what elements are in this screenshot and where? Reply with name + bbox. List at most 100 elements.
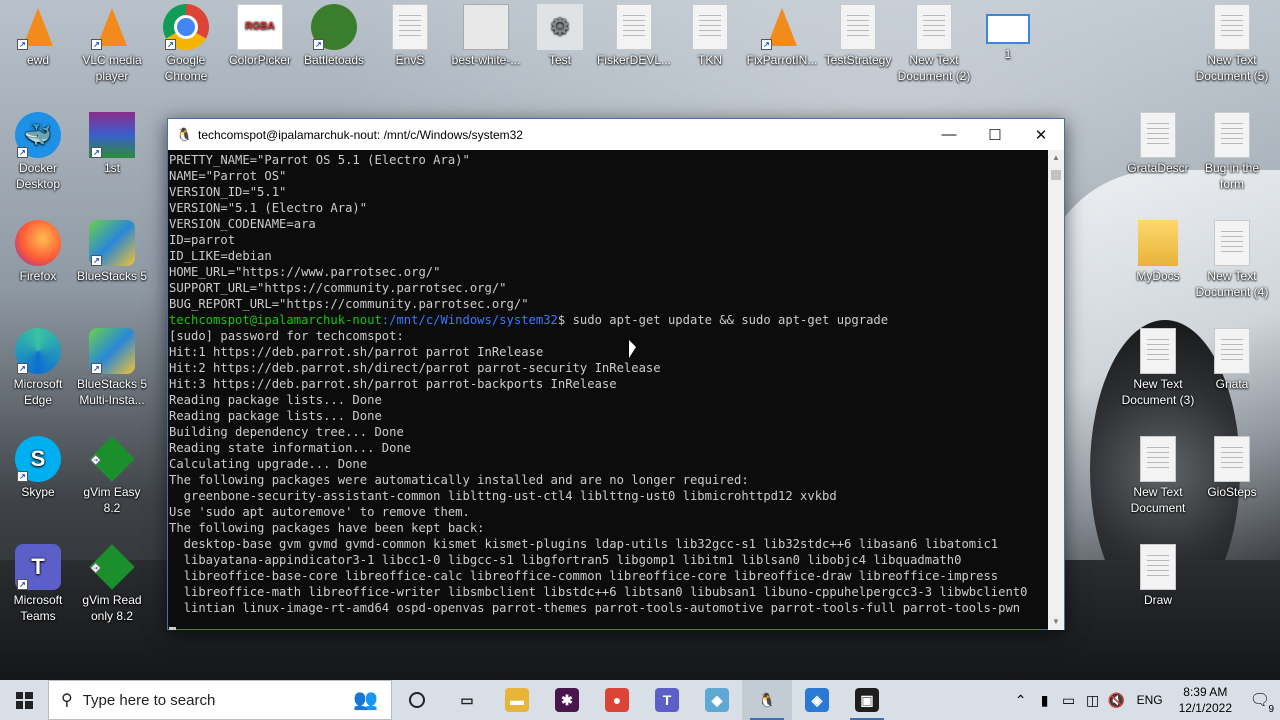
docker-icon: 🐳 ↗	[15, 112, 61, 158]
taskbar-notepad-app[interactable]: ◆	[692, 680, 742, 720]
desktop-icon-label: FixParrotIN...	[746, 53, 818, 67]
taskbar-teams[interactable]: T	[642, 680, 692, 720]
battery-icon[interactable]: ▭	[1057, 692, 1081, 709]
desktop-icon[interactable]: ↗ 1st	[74, 112, 150, 176]
teams-icon: T ↗	[15, 544, 61, 590]
desktop-icon[interactable]: ↗ gVim Easy 8.2	[74, 436, 150, 516]
desktop-icon[interactable]: ↗ gVim Read only 8.2	[74, 544, 150, 624]
terminal-line: libreoffice-base-core libreoffice-calc l…	[169, 568, 1049, 584]
scroll-thumb[interactable]	[1051, 170, 1061, 180]
taskbar-azure-app[interactable]: ◈	[792, 680, 842, 720]
taskbar-chrome[interactable]: ●	[592, 680, 642, 720]
terminal-text: The following packages were automaticall…	[169, 473, 749, 487]
rar-icon: ↗	[89, 112, 135, 158]
shortcut-arrow-icon: ↗	[91, 255, 102, 266]
blue-icon: ↗	[89, 220, 135, 266]
terminal-line: libreoffice-math libreoffice-writer libs…	[169, 584, 1049, 600]
desktop-icon-label: New Text Document (2)	[897, 53, 971, 83]
desktop-icon[interactable]: ↗ BlueStacks 5 Multi-Insta...	[74, 328, 150, 408]
desktop-icon[interactable]: ⚙ Test	[522, 4, 598, 68]
doc-icon	[1140, 436, 1176, 482]
desktop-icon[interactable]: ↗ BlueStacks 5	[74, 220, 150, 284]
terminal-text: BUG_REPORT_URL="https://community.parrot…	[169, 297, 529, 311]
terminal-line: Hit:1 https://deb.parrot.sh/parrot parro…	[169, 344, 1049, 360]
desktop-icon[interactable]: GrataDescr	[1120, 112, 1196, 176]
desktop-icon[interactable]: T ↗ Microsoft Teams	[0, 544, 76, 624]
terminal-titlebar[interactable]: 🐧 techcomspot@ipalamarchuk-nout: /mnt/c/…	[168, 119, 1064, 150]
desktop-icon-label: Microsoft Teams	[13, 593, 63, 623]
clock-date: 12/1/2022	[1178, 701, 1232, 715]
terminal-scrollbar[interactable]: ▲ ▼	[1048, 150, 1064, 630]
maximize-button[interactable]: ☐	[972, 119, 1018, 150]
desktop-icon-label: Google Chrome	[164, 53, 208, 83]
scroll-down-icon[interactable]: ▼	[1048, 614, 1064, 630]
vim-icon: ↗	[89, 544, 135, 590]
close-button[interactable]: ✕	[1018, 119, 1064, 150]
desktop-icon[interactable]: New Text Document (5)	[1194, 4, 1270, 84]
terminal-line: techcomspot@ipalamarchuk-nout:/mnt/c/Win…	[169, 312, 1049, 328]
clock[interactable]: 8:39 AM 12/1/2022	[1171, 684, 1240, 716]
scroll-up-icon[interactable]: ▲	[1048, 150, 1064, 166]
desktop-icon[interactable]: S ↗ Skype	[0, 436, 76, 500]
terminal-line: desktop-base gvm gvmd gvmd-common kismet…	[169, 536, 1049, 552]
desktop-icon[interactable]: ↗ ewd	[0, 4, 76, 68]
desktop-icon[interactable]: MyDocs	[1120, 220, 1196, 284]
doc-icon	[392, 4, 428, 50]
microphone-icon[interactable]: ▮	[1033, 692, 1057, 709]
desktop-icon[interactable]: ↗ Microsoft Edge	[0, 328, 76, 408]
desktop-icon-label: New Text Document (4)	[1195, 269, 1269, 299]
minimize-button[interactable]: —	[926, 119, 972, 150]
desktop-icon[interactable]: RGBA ColorPicker	[222, 4, 298, 68]
terminal-line: Building dependency tree... Done	[169, 424, 1049, 440]
desktop-icon[interactable]: Gnata	[1194, 328, 1270, 392]
desktop-icon[interactable]: ↗ FixParrotIN...	[744, 4, 820, 68]
desktop-icon[interactable]: New Text Document (2)	[896, 4, 972, 84]
terminal-text: Hit:3 https://deb.parrot.sh/parrot parro…	[169, 377, 617, 391]
taskbar-linux-terminal[interactable]: 🐧	[742, 680, 792, 720]
shortcut-arrow-icon: ↗	[17, 471, 28, 482]
chevron-up-icon[interactable]: ⌃	[1009, 692, 1033, 709]
desktop-icon[interactable]: GioSteps	[1194, 436, 1270, 500]
desktop-icon[interactable]: New Text Document (3)	[1120, 328, 1196, 408]
notification-center-button[interactable]: 🗨 9	[1240, 690, 1280, 715]
terminal-line: VERSION_CODENAME=ara	[169, 216, 1049, 232]
desktop-icon[interactable]: TestStrategy	[820, 4, 896, 68]
terminal-text: Building dependency tree... Done	[169, 425, 404, 439]
blue-icon: ↗	[89, 328, 135, 374]
language-indicator[interactable]: ENG	[1129, 693, 1171, 707]
desktop-icon-label: New Text Document (5)	[1195, 53, 1269, 83]
desktop-icon[interactable]: TKN	[672, 4, 748, 68]
desktop-icon[interactable]: New Text Document	[1120, 436, 1196, 516]
taskbar-file-explorer[interactable]: ▬	[492, 680, 542, 720]
taskbar-task-view[interactable]: ▭	[442, 680, 492, 720]
chrome-icon: ●	[605, 688, 629, 712]
network-icon[interactable]: ◫	[1081, 692, 1105, 709]
desktop-icon[interactable]: Firefox	[0, 220, 76, 284]
taskbar-console[interactable]: ▣	[842, 680, 892, 720]
text-cursor	[169, 627, 176, 630]
desktop-icon[interactable]: Draw	[1120, 544, 1196, 608]
desktop-icon[interactable]: New Text Document (4)	[1194, 220, 1270, 300]
desktop-icon[interactable]: FiskerDEVL...	[596, 4, 672, 68]
gear-icon: ⚙	[537, 4, 583, 50]
taskbar-search-box[interactable]: ⚲ Type here to search 👥	[48, 680, 392, 720]
firefox-icon	[15, 220, 61, 266]
taskbar-slack[interactable]: ✱	[542, 680, 592, 720]
desktop-icon[interactable]: EnvS	[372, 4, 448, 68]
desktop-icon[interactable]: Bug in the form	[1194, 112, 1270, 192]
volume-muted-icon[interactable]: 🔇	[1105, 692, 1129, 709]
desktop-icon[interactable]: ↗ VLC media player	[74, 4, 150, 84]
terminal-output[interactable]: PRETTY_NAME="Parrot OS 5.1 (Electro Ara)…	[168, 150, 1049, 630]
desktop-icon[interactable]: ↗ Google Chrome	[148, 4, 224, 84]
terminal-window[interactable]: 🐧 techcomspot@ipalamarchuk-nout: /mnt/c/…	[167, 118, 1065, 630]
taskbar-apps: ▭ ▬ ✱ ● T ◆ 🐧 ◈ ▣	[442, 680, 892, 720]
task-view-icon: ▭	[460, 691, 474, 708]
desktop-icon[interactable]: best-white-...	[448, 4, 524, 68]
start-button[interactable]	[0, 680, 48, 720]
desktop-icon-label: Battletoads	[303, 53, 365, 67]
desktop-icon[interactable]: 1	[970, 4, 1046, 62]
desktop-icon[interactable]: 🐳 ↗ Docker Desktop	[0, 112, 76, 192]
cortana-button[interactable]	[392, 680, 442, 720]
doc-icon	[1140, 328, 1176, 374]
desktop-icon[interactable]: ↗ Battletoads	[296, 4, 372, 68]
